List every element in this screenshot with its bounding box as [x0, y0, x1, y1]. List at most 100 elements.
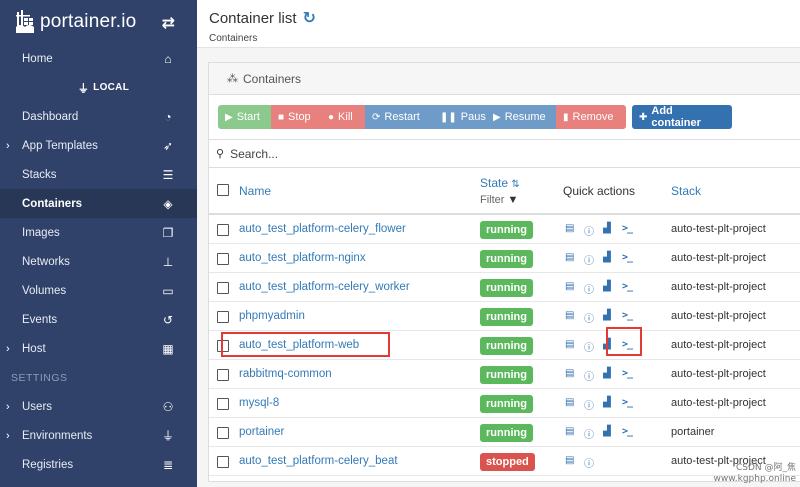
search-icon: ⚲	[216, 148, 225, 160]
chevron-right-icon[interactable]: ›	[6, 430, 10, 442]
refresh-icon[interactable]: ↻	[303, 8, 316, 28]
inspect-icon[interactable]: ⓘ	[584, 310, 603, 325]
kill-button[interactable]: ● Kill	[321, 105, 365, 129]
container-name-link[interactable]: auto_test_platform-celery_flower	[239, 223, 406, 235]
stop-button[interactable]: ■ Stop	[271, 105, 321, 129]
sidebar-item-label: Home	[22, 52, 53, 65]
chevron-right-icon[interactable]: ›	[6, 140, 10, 152]
pause-button[interactable]: ❚❚ Pause	[433, 105, 492, 129]
inspect-icon[interactable]: ⓘ	[584, 281, 603, 296]
stats-icon[interactable]: ▟	[603, 397, 622, 412]
logs-icon[interactable]: ▤	[565, 310, 584, 325]
restart-button[interactable]: ⟳ Restart	[365, 105, 433, 129]
logs-icon[interactable]: ▤	[565, 426, 584, 441]
filter-icon: ▼	[507, 194, 519, 206]
logs-icon[interactable]: ▤	[565, 223, 584, 238]
row-checkbox[interactable]	[217, 282, 229, 294]
inspect-icon[interactable]: ⓘ	[584, 252, 603, 267]
row-checkbox[interactable]	[217, 427, 229, 439]
chevron-right-icon[interactable]: ›	[6, 401, 10, 413]
stats-icon[interactable]: ▟	[603, 310, 622, 325]
inspect-icon[interactable]: ⓘ	[584, 223, 603, 238]
select-all-checkbox[interactable]	[217, 184, 229, 196]
sitemap-icon: ⊥	[162, 254, 174, 269]
sidebar-item-stacks[interactable]: Stacks ☰	[0, 160, 197, 189]
chevron-right-icon[interactable]: ›	[6, 343, 10, 355]
sidebar-item-app-templates[interactable]: › App Templates ➶	[0, 131, 197, 160]
console-icon[interactable]: >_	[622, 223, 641, 238]
sidebar-item-environments[interactable]: › Environments ⏚	[0, 421, 197, 450]
console-icon[interactable]: >_	[622, 252, 641, 267]
resume-label: Resume	[504, 111, 546, 123]
console-icon[interactable]: >_	[622, 281, 641, 296]
container-name-link[interactable]: rabbitmq-common	[239, 368, 332, 380]
row-checkbox[interactable]	[217, 311, 229, 323]
console-icon[interactable]: >_	[622, 368, 641, 383]
stats-icon[interactable]: ▟	[603, 368, 622, 383]
sidebar-item-dashboard[interactable]: Dashboard ◔	[0, 102, 197, 131]
logs-icon[interactable]: ▤	[565, 281, 584, 296]
column-quick-actions-header: Quick actions	[563, 184, 636, 198]
add-container-button[interactable]: ✚ Add container	[632, 105, 732, 129]
inspect-icon[interactable]: ⓘ	[584, 397, 603, 412]
logs-icon[interactable]: ▤	[565, 397, 584, 412]
sidebar-item-label: Users	[22, 400, 53, 413]
page-title-text: Container list	[209, 9, 297, 27]
trash-icon: ▮	[563, 111, 569, 123]
table-row: phpmyadmin running ▤ ⓘ ▟ >_ auto-test-plt-proj…	[209, 302, 800, 331]
inspect-icon[interactable]: ⓘ	[584, 339, 603, 354]
inspect-icon[interactable]: ⓘ	[584, 368, 603, 383]
toggle-sidebar-icon[interactable]: ⇄	[162, 13, 175, 33]
row-checkbox[interactable]	[217, 398, 229, 410]
logs-icon[interactable]: ▤	[565, 455, 584, 470]
sidebar-item-host[interactable]: › Host ▦	[0, 334, 197, 363]
sidebar-item-images[interactable]: Images ❐	[0, 218, 197, 247]
container-name-link[interactable]: auto_test_platform-celery_worker	[239, 281, 410, 293]
sidebar-item-registries[interactable]: Registries ≣	[0, 450, 197, 479]
sidebar-item-users[interactable]: › Users ⚇	[0, 392, 197, 421]
row-checkbox[interactable]	[217, 369, 229, 381]
logs-icon[interactable]: ▤	[565, 252, 584, 267]
container-name-link[interactable]: mysql-8	[239, 397, 279, 409]
column-name-header[interactable]: Name	[239, 184, 271, 198]
column-stack-header[interactable]: Stack	[671, 184, 701, 198]
stats-icon[interactable]: ▟	[603, 426, 622, 441]
stats-icon[interactable]: ▟	[603, 281, 622, 296]
row-checkbox[interactable]	[217, 224, 229, 236]
actions-toolbar: ▶ Start ■ Stop ● Kill ⟳ Restart ❚❚ Pause ▶ Res…	[218, 105, 732, 129]
sidebar-item-volumes[interactable]: Volumes ▭	[0, 276, 197, 305]
state-filter[interactable]: Filter ▼	[480, 194, 518, 206]
search-input[interactable]	[230, 146, 531, 161]
table-row: auto_test_platform-nginx running ▤ ⓘ ▟ >_ auto…	[209, 244, 800, 273]
sidebar-item-containers[interactable]: Containers ◈	[0, 189, 197, 218]
resume-button[interactable]: ▶ Resume	[486, 105, 556, 129]
stats-icon[interactable]: ▟	[603, 252, 622, 267]
console-icon[interactable]: >_	[622, 397, 641, 412]
stats-icon[interactable]: ▟	[603, 223, 622, 238]
container-name-link[interactable]: auto_test_platform-nginx	[239, 252, 366, 264]
sidebar-item-networks[interactable]: Networks ⊥	[0, 247, 197, 276]
console-icon[interactable]: >_	[622, 310, 641, 325]
logs-icon[interactable]: ▤	[565, 339, 584, 354]
start-button[interactable]: ▶ Start	[218, 105, 271, 129]
dashboard-icon: ◔	[164, 109, 172, 124]
row-checkbox[interactable]	[217, 253, 229, 265]
quick-actions: ▤ ⓘ ▟ >_	[565, 252, 641, 267]
sidebar-item-events[interactable]: Events ↺	[0, 305, 197, 334]
console-icon[interactable]: >_	[622, 426, 641, 441]
container-name-link[interactable]: phpmyadmin	[239, 310, 305, 322]
status-badge: stopped	[480, 453, 535, 471]
row-checkbox[interactable]	[217, 456, 229, 468]
remove-button[interactable]: ▮ Remove	[556, 105, 626, 129]
container-name-link[interactable]: auto_test_platform-celery_beat	[239, 455, 398, 467]
inspect-icon[interactable]: ⓘ	[584, 426, 603, 441]
quick-actions: ▤ ⓘ ▟ >_	[565, 310, 641, 325]
logs-icon[interactable]: ▤	[565, 368, 584, 383]
brand-name[interactable]: portainer.io	[40, 11, 136, 33]
inspect-icon[interactable]: ⓘ	[584, 455, 603, 470]
play-icon: ▶	[225, 111, 233, 123]
portainer-logo-icon[interactable]	[14, 10, 36, 34]
container-name-link[interactable]: portainer	[239, 426, 284, 438]
column-state-header[interactable]: State ⇅	[480, 176, 520, 190]
sidebar-item-home[interactable]: Home ⌂	[0, 44, 197, 73]
